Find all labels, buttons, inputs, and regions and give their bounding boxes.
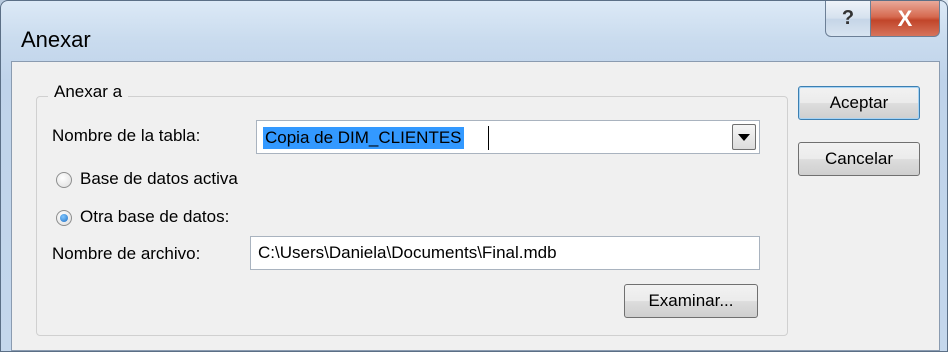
active-db-radio[interactable] bbox=[56, 172, 72, 188]
window-title: Anexar bbox=[21, 27, 91, 52]
file-name-label: Nombre de archivo: bbox=[52, 244, 201, 263]
ok-button[interactable]: Aceptar bbox=[798, 86, 920, 120]
table-name-label: Nombre de la tabla: bbox=[52, 126, 201, 145]
help-button[interactable]: ? bbox=[825, 1, 871, 37]
dialog-window: Anexar ? X Anexar a Nombre de la tabla: … bbox=[0, 0, 948, 352]
table-name-value[interactable]: Copia de DIM_CLIENTES bbox=[263, 127, 464, 149]
help-icon: ? bbox=[841, 7, 855, 29]
table-name-combobox[interactable]: Copia de DIM_CLIENTES bbox=[256, 120, 760, 154]
other-db-radio[interactable] bbox=[56, 210, 72, 226]
cancel-button[interactable]: Cancelar bbox=[798, 142, 920, 176]
close-icon: X bbox=[897, 5, 913, 31]
other-db-label[interactable]: Otra base de datos: bbox=[80, 207, 229, 227]
browse-button[interactable]: Examinar... bbox=[624, 284, 758, 318]
text-caret bbox=[488, 126, 489, 150]
table-name-dropdown-button[interactable] bbox=[732, 124, 756, 150]
dialog-body: Anexar a Nombre de la tabla: Copia de DI… bbox=[11, 61, 940, 351]
file-name-input[interactable]: C:\Users\Daniela\Documents\Final.mdb bbox=[250, 236, 760, 270]
group-title: Anexar a bbox=[48, 82, 129, 102]
active-db-label[interactable]: Base de datos activa bbox=[80, 169, 238, 189]
close-button[interactable]: X bbox=[870, 1, 940, 37]
chevron-down-icon bbox=[738, 133, 750, 141]
